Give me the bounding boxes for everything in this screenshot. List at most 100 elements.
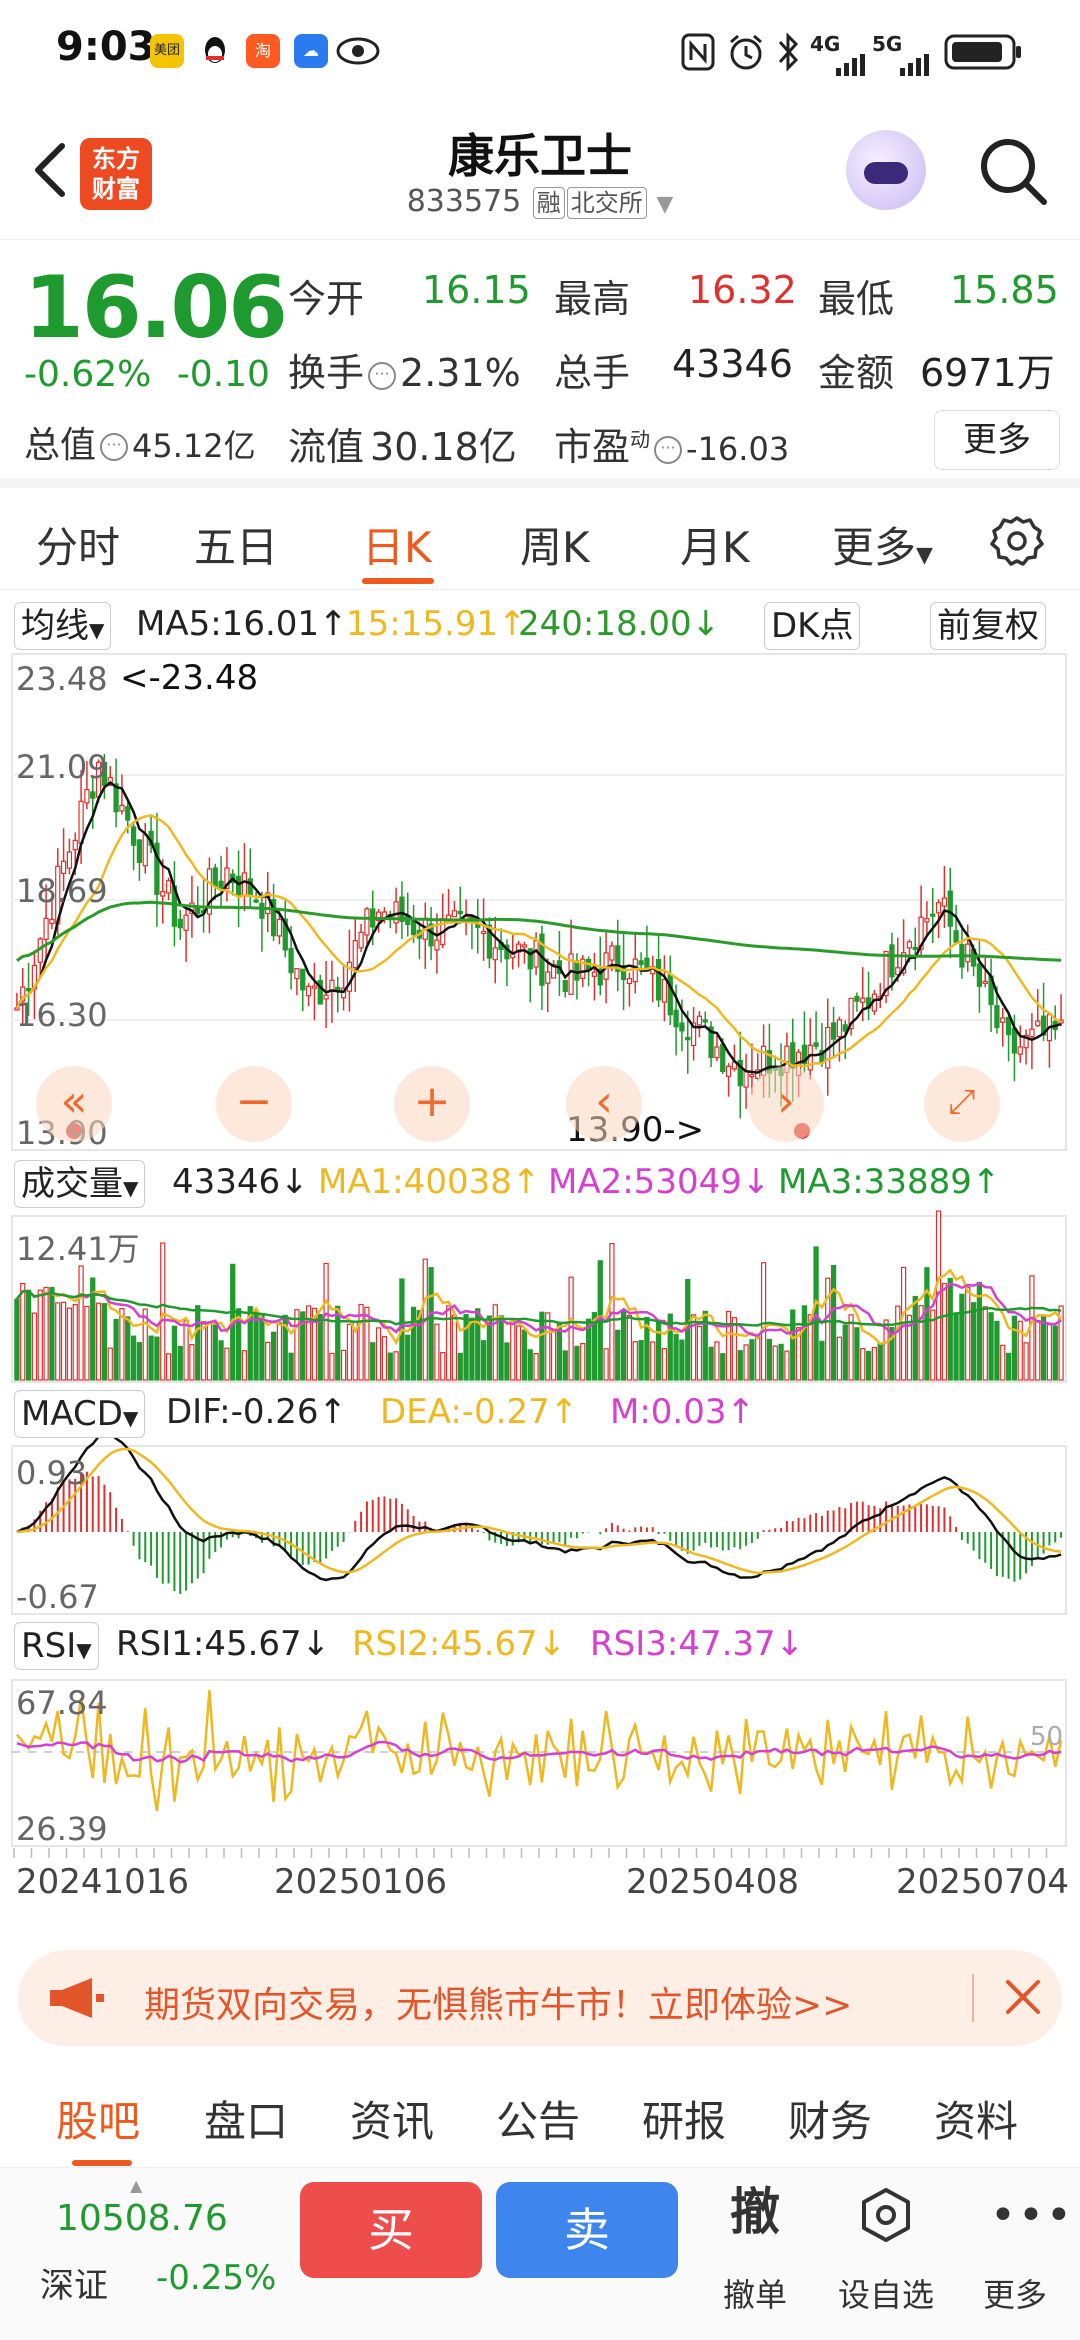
candle-body xyxy=(941,897,948,907)
rsi-select[interactable]: RSI▼ xyxy=(14,1622,99,1670)
gear-icon[interactable] xyxy=(990,514,1044,568)
more-dots-icon[interactable]: ••• xyxy=(990,2190,1074,2241)
candle-body xyxy=(49,918,55,925)
volume-bar xyxy=(393,1351,399,1381)
candle-body xyxy=(177,918,183,929)
cancel-order-label[interactable]: 撤单 xyxy=(700,2270,810,2316)
volume-bar xyxy=(265,1341,271,1381)
candle-body xyxy=(440,918,446,946)
date-label-2: 20250106 xyxy=(274,1862,448,1902)
candle-body xyxy=(918,916,924,950)
candle-body xyxy=(819,1049,825,1063)
volume-ma2-line xyxy=(15,1281,1062,1337)
tab-financials[interactable]: 财务 xyxy=(788,2088,872,2149)
zoom-in-icon[interactable]: + xyxy=(394,1066,470,1142)
info-icon-2[interactable]: ··· xyxy=(368,361,397,390)
dk-point-button[interactable]: DK点 xyxy=(764,602,861,650)
candle-body xyxy=(317,979,323,1005)
volume-bar xyxy=(160,1242,166,1381)
volume-bar xyxy=(731,1317,738,1381)
caret-down-icon: ▼ xyxy=(123,1176,139,1200)
tab-daily-k[interactable]: 日K xyxy=(362,514,432,575)
volume-bar xyxy=(43,1286,49,1381)
rsi-ymax: 67.84 xyxy=(16,1684,108,1722)
volume-bar xyxy=(725,1310,732,1381)
tab-research[interactable]: 研报 xyxy=(642,2088,726,2149)
volume-bar xyxy=(288,1352,294,1381)
volume-bar xyxy=(434,1323,440,1381)
add-watchlist-icon[interactable] xyxy=(858,2186,914,2250)
tab-announcements[interactable]: 公告 xyxy=(496,2088,580,2149)
zoom-out-icon[interactable]: − xyxy=(216,1066,292,1142)
quote-more-button[interactable]: 更多 xyxy=(934,410,1060,470)
stock-code: 833575 xyxy=(406,184,522,219)
candle-body xyxy=(329,979,335,993)
volume-bar xyxy=(183,1319,189,1381)
tab-order-book[interactable]: 盘口 xyxy=(204,2088,288,2149)
volume-bar xyxy=(422,1258,428,1381)
macd-ymax: 0.93 xyxy=(16,1454,88,1492)
volume-bar xyxy=(78,1265,84,1381)
rsi-select-label: RSI xyxy=(21,1626,77,1666)
add-watchlist-label[interactable]: 设自选 xyxy=(831,2270,941,2316)
tab-monthly-k[interactable]: 月K xyxy=(680,514,750,575)
volume-bar xyxy=(189,1343,195,1381)
volume-bar xyxy=(492,1304,498,1381)
candle-body xyxy=(749,1074,755,1078)
volume-bar xyxy=(247,1306,253,1381)
search-icon[interactable] xyxy=(976,134,1050,208)
more-label[interactable]: 更多 xyxy=(960,2270,1070,2316)
scroll-far-left-icon[interactable]: « xyxy=(36,1066,112,1142)
promo-banner[interactable]: 期货双向交易，无惧熊市牛市！立即体验>> xyxy=(18,1950,1062,2046)
candle-body xyxy=(679,1022,685,1032)
volume-bar xyxy=(148,1335,154,1381)
tab-guba[interactable]: 股吧 xyxy=(56,2088,140,2149)
tab-intraday[interactable]: 分时 xyxy=(36,514,120,575)
macd-select[interactable]: MACD▼ xyxy=(14,1390,146,1438)
volume-bar xyxy=(994,1320,1000,1381)
adjust-button[interactable]: 前复权 xyxy=(930,602,1046,650)
volume-bar xyxy=(906,1314,913,1381)
tab-more[interactable]: 更多▼ xyxy=(832,514,933,575)
cancel-order-icon[interactable]: 撤 xyxy=(700,2172,810,2244)
candle-body xyxy=(673,1009,679,1028)
robot-assistant-icon[interactable] xyxy=(846,130,926,210)
close-icon[interactable] xyxy=(1000,1974,1046,2020)
candle-body xyxy=(737,1059,743,1087)
buy-button[interactable]: 买 xyxy=(300,2182,482,2278)
scroll-left-icon[interactable]: ‹ xyxy=(566,1066,642,1142)
volume-bar xyxy=(854,1327,860,1381)
tab-news[interactable]: 资讯 xyxy=(350,2088,434,2149)
candle-body xyxy=(743,1070,749,1088)
candle-body xyxy=(644,957,650,972)
alarm-icon xyxy=(726,32,766,76)
scroll-right-icon[interactable]: › xyxy=(748,1066,824,1142)
sell-button[interactable]: 卖 xyxy=(496,2182,678,2278)
tab-profile[interactable]: 资料 xyxy=(934,2088,1018,2149)
candle-body xyxy=(877,996,883,1000)
info-icon-3[interactable]: ··· xyxy=(654,435,683,464)
ma-select[interactable]: 均线▼ xyxy=(14,602,112,650)
index-value[interactable]: 10508.76 xyxy=(56,2198,228,2239)
mktcap-value: 45.12亿 xyxy=(132,427,256,465)
tab-weekly-k[interactable]: 周K xyxy=(520,514,590,575)
volume-bar xyxy=(486,1315,493,1381)
volume-bar xyxy=(813,1246,819,1381)
candle-body xyxy=(731,1061,738,1070)
margin-tag: 融 xyxy=(532,187,565,219)
volume-select[interactable]: 成交量▼ xyxy=(14,1160,146,1208)
macd-dea: DEA:-0.27↑ xyxy=(380,1392,579,1432)
turnover-value: 2.31% xyxy=(400,351,521,395)
expand-icon[interactable]: ⤢ xyxy=(924,1066,1000,1142)
candle-body xyxy=(836,1019,843,1038)
volume-bar xyxy=(300,1311,306,1381)
info-icon[interactable]: ··· xyxy=(100,433,129,461)
candle-body xyxy=(895,967,901,976)
candle-body xyxy=(667,974,673,1016)
volume-bar xyxy=(1023,1342,1029,1381)
rsi-midline-label: 50 xyxy=(1030,1722,1064,1752)
candle-body xyxy=(90,791,96,799)
tab-five-day[interactable]: 五日 xyxy=(194,514,278,575)
ma240-value: 240:18.00↓ xyxy=(518,604,721,644)
volume-bar xyxy=(521,1329,528,1381)
